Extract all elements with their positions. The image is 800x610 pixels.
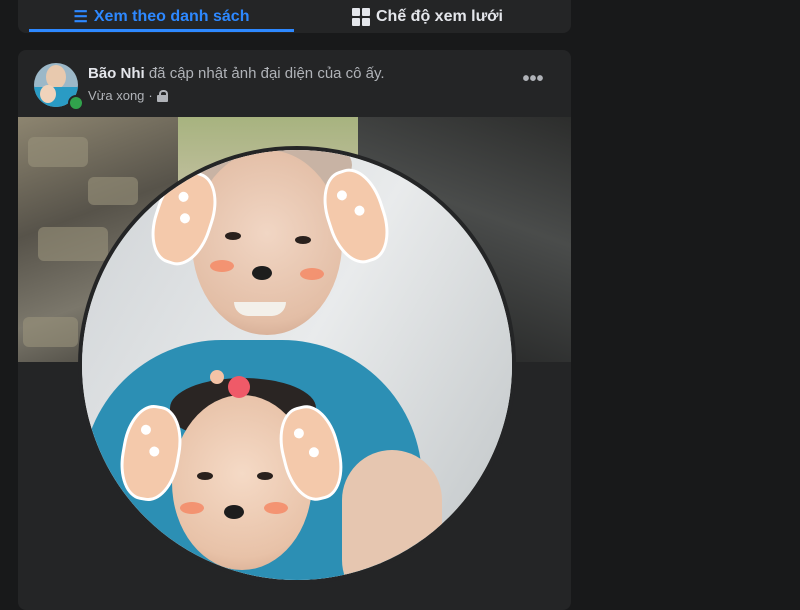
post-card: Bão Nhi đã cập nhật ảnh đại diện của cô … (18, 50, 571, 610)
online-status-dot (68, 95, 84, 111)
more-options-button[interactable]: ••• (515, 69, 551, 96)
list-icon: ☰ (73, 8, 88, 26)
grid-icon (352, 7, 370, 26)
post-header: Bão Nhi đã cập nhật ảnh đại diện của cô … (18, 50, 571, 116)
post-timestamp[interactable]: Vừa xong (88, 88, 144, 103)
post-meta: Vừa xong · (88, 88, 168, 103)
active-tab-indicator (29, 29, 294, 32)
lock-icon[interactable] (156, 89, 168, 102)
meta-separator: · (148, 88, 153, 103)
profile-photo[interactable] (78, 146, 516, 584)
right-empty-area (571, 0, 800, 600)
author-name[interactable]: Bão Nhi (88, 65, 145, 82)
tab-grid-label: Chế độ xem lưới (376, 7, 503, 25)
view-mode-tabs: ☰ Xem theo danh sách Chế độ xem lưới (18, 0, 571, 33)
post-title: Bão Nhi đã cập nhật ảnh đại diện của cô … (88, 65, 385, 82)
tab-list-label: Xem theo danh sách (93, 7, 250, 25)
post-action-text: đã cập nhật ảnh đại diện của cô ấy. (148, 65, 385, 82)
tab-grid-view[interactable]: Chế độ xem lưới (308, 0, 563, 33)
